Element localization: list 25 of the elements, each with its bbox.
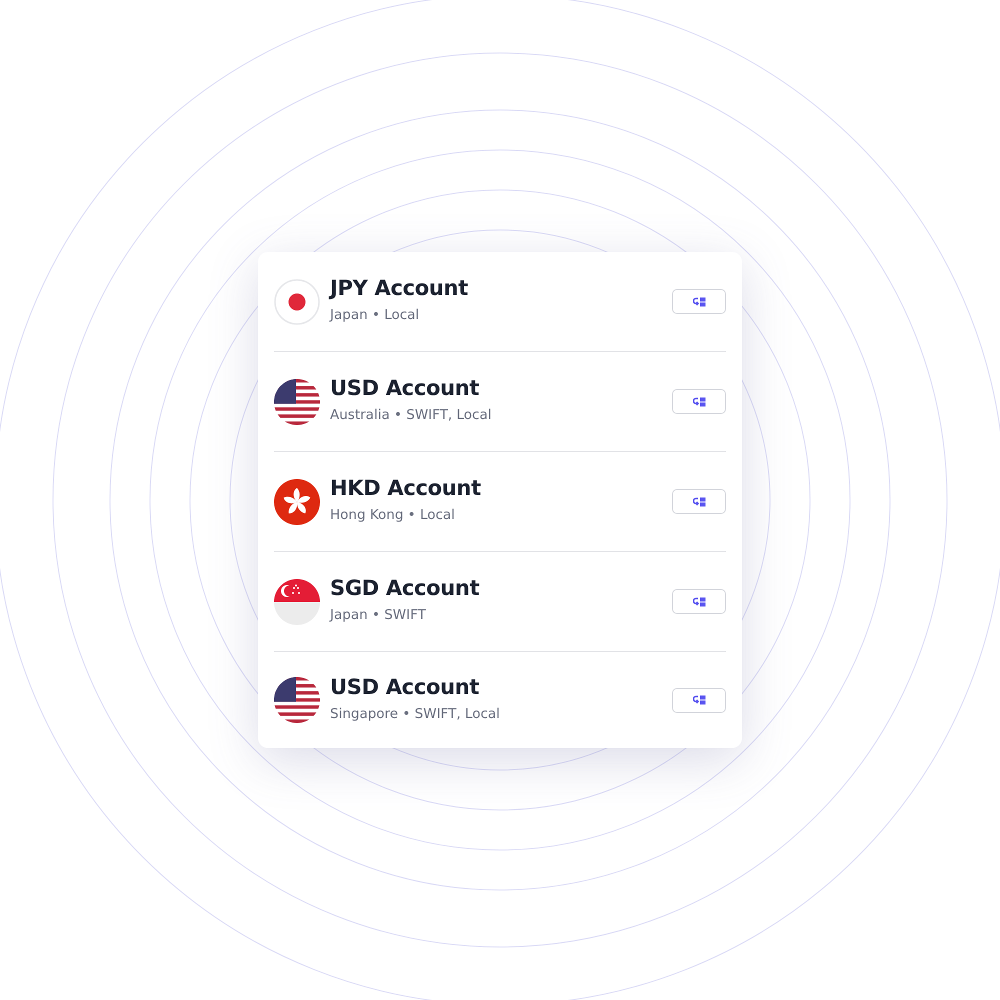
- account-details: Japan • Local: [330, 307, 420, 323]
- flag-icon: [274, 378, 320, 424]
- account-title: SGD Account: [330, 576, 480, 600]
- arrow-card-icon: [692, 496, 706, 506]
- account-action-button[interactable]: [672, 489, 726, 514]
- account-details: Japan • SWIFT: [330, 607, 427, 623]
- account-details: Australia • SWIFT, Local: [330, 407, 493, 423]
- flag-icon: [274, 677, 320, 723]
- account-details: Hong Kong • Local: [330, 507, 456, 523]
- account-title: USD Account: [330, 376, 480, 400]
- account-action-button[interactable]: [672, 688, 726, 712]
- account-title: USD Account: [330, 674, 480, 698]
- account-action-button[interactable]: [672, 289, 726, 314]
- arrow-card-icon: [692, 396, 706, 406]
- account-details: Singapore • SWIFT, Local: [330, 706, 501, 722]
- arrow-card-icon: [692, 596, 706, 606]
- account-title: HKD Account: [330, 476, 482, 500]
- flag-icon: [274, 578, 320, 624]
- flag-icon: [274, 478, 320, 524]
- account-action-button[interactable]: [672, 389, 726, 414]
- arrow-card-icon: [692, 695, 706, 705]
- account-title: JPY Account: [330, 276, 469, 300]
- flag-icon: [274, 278, 320, 324]
- account-action-button[interactable]: [672, 589, 726, 614]
- arrow-card-icon: [692, 296, 706, 306]
